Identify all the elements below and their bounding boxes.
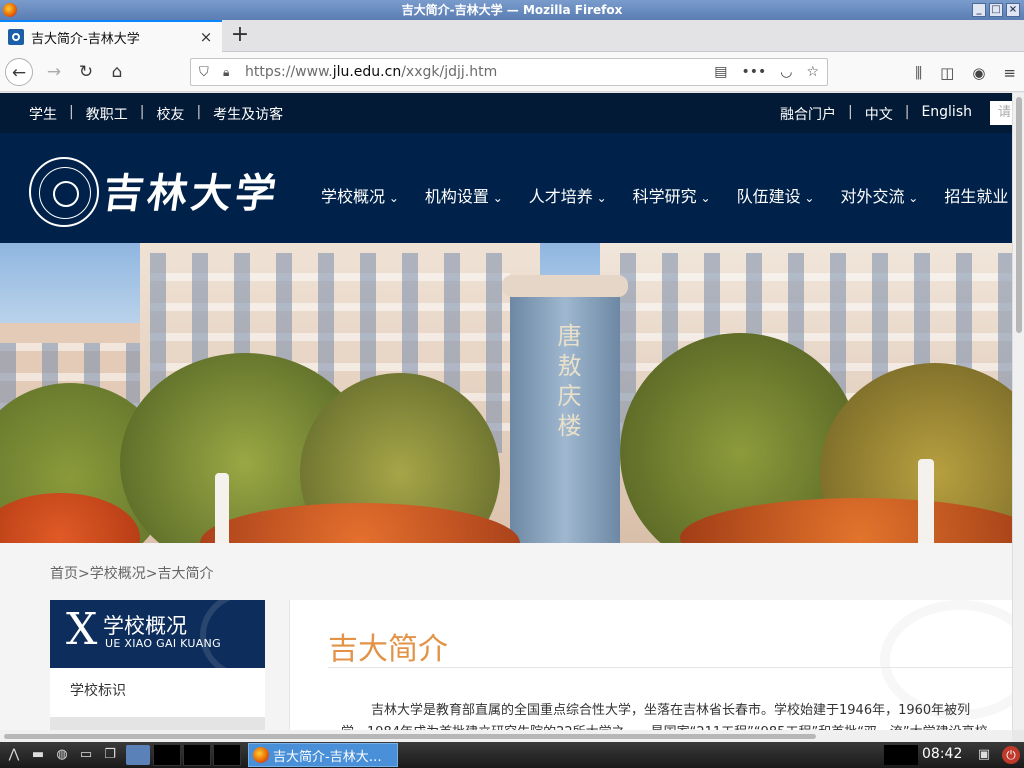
pocket-icon[interactable]: ◡ bbox=[780, 64, 792, 80]
taskbar-window-firefox[interactable]: 吉大简介-吉林大… bbox=[248, 743, 398, 767]
menu-item-faculty[interactable]: 队伍建设 bbox=[737, 183, 815, 207]
horizontal-scrollbar[interactable] bbox=[0, 730, 1012, 742]
page-title: 吉大简介 bbox=[328, 632, 448, 667]
account-icon[interactable]: ◉ bbox=[972, 64, 985, 82]
main-content: 吉大简介 吉林大学是教育部直属的全国重点综合性大学，坐落在吉林省长春市。学校始建… bbox=[289, 600, 1012, 730]
campus-banner-image: 唐敖庆楼 bbox=[0, 243, 1012, 543]
taskbar: ⋀ ▬ ◍ ▭ ❐ 吉大简介-吉林大… 08:42 ▣ ⏻ bbox=[0, 742, 1024, 768]
bookmark-star-icon[interactable]: ☆ bbox=[806, 64, 819, 80]
window-title: 吉大简介-吉林大学 — Mozilla Firefox bbox=[401, 3, 623, 17]
display-icon[interactable]: ▣ bbox=[974, 746, 994, 764]
new-tab-button[interactable]: + bbox=[228, 24, 252, 48]
library-icon[interactable]: ⫼ bbox=[915, 64, 922, 82]
taskbar-window-label: 吉大简介-吉林大… bbox=[273, 749, 382, 765]
page-viewport: 学生 | 教职工 | 校友 | 考生及访客 融合门户 | 中文 | Englis… bbox=[0, 93, 1012, 730]
jlu-favicon-icon bbox=[8, 29, 24, 45]
separator: | bbox=[848, 104, 853, 120]
firefox-icon bbox=[253, 747, 269, 763]
sidebar-letter: X bbox=[66, 604, 98, 655]
windows-icon[interactable]: ❐ bbox=[100, 746, 120, 764]
close-window-button[interactable]: × bbox=[1006, 3, 1020, 17]
menu-hamburger-icon[interactable]: ≡ bbox=[1003, 64, 1016, 82]
forward-button[interactable]: → bbox=[40, 58, 68, 86]
vertical-scrollbar[interactable] bbox=[1012, 93, 1024, 730]
link-chinese[interactable]: 中文 bbox=[865, 104, 893, 124]
tab-active[interactable]: 吉大简介-吉林大学 × bbox=[0, 20, 222, 52]
workspace-1[interactable] bbox=[153, 744, 181, 766]
network-globe-icon[interactable]: ◍ bbox=[52, 746, 72, 764]
power-icon[interactable]: ⏻ bbox=[1002, 746, 1020, 764]
link-portal[interactable]: 融合门户 bbox=[780, 104, 836, 124]
divider bbox=[328, 667, 1012, 668]
sidebar-icon[interactable]: ◫ bbox=[940, 64, 954, 82]
tray-area bbox=[884, 745, 918, 765]
navigation-toolbar: ← → ↻ ⌂ ⛉ 🔒︎ https://www.jlu.edu.cn/xxgk… bbox=[0, 52, 1024, 92]
breadcrumb[interactable]: 首页>学校概况>吉大简介 bbox=[50, 563, 213, 583]
menu-item-overview[interactable]: 学校概况 bbox=[321, 183, 399, 207]
link-alumni[interactable]: 校友 bbox=[156, 104, 184, 124]
separator: | bbox=[196, 104, 202, 120]
lock-icon[interactable]: 🔒︎ bbox=[223, 65, 237, 80]
address-bar[interactable]: ⛉ 🔒︎ https://www.jlu.edu.cn/xxgk/jdjj.ht… bbox=[190, 58, 828, 86]
menu-item-international[interactable]: 对外交流 bbox=[840, 183, 918, 207]
close-tab-icon[interactable]: × bbox=[198, 28, 214, 46]
site-header: 吉林大学 学校概况 机构设置 人才培养 科学研究 队伍建设 对外交流 招生就业 bbox=[0, 133, 1012, 243]
menu-item-departments[interactable]: 机构设置 bbox=[425, 183, 503, 207]
separator: | bbox=[69, 104, 74, 120]
files-icon[interactable]: ▭ bbox=[76, 746, 96, 764]
minimize-button[interactable]: _ bbox=[972, 3, 986, 17]
firefox-icon bbox=[3, 3, 17, 17]
terminal-icon[interactable]: ▬ bbox=[28, 746, 48, 764]
menu-item-admissions[interactable]: 招生就业 bbox=[944, 183, 1008, 207]
link-staff[interactable]: 教职工 bbox=[86, 104, 128, 124]
link-english[interactable]: English bbox=[921, 104, 972, 124]
back-button[interactable]: ← bbox=[5, 58, 33, 86]
start-menu-icon[interactable]: ⋀ bbox=[4, 746, 24, 764]
sidebar-item-next[interactable] bbox=[50, 718, 265, 730]
home-button[interactable]: ⌂ bbox=[103, 58, 131, 86]
main-menu: 学校概况 机构设置 人才培养 科学研究 队伍建设 对外交流 招生就业 bbox=[321, 183, 1008, 207]
tracking-shield-icon[interactable]: ⛉ bbox=[199, 65, 213, 80]
university-seal-icon[interactable] bbox=[29, 157, 99, 227]
firefox-launcher-icon[interactable] bbox=[126, 745, 150, 765]
reader-view-icon[interactable]: ▤ bbox=[714, 64, 727, 80]
window-titlebar: 吉大简介-吉林大学 — Mozilla Firefox _ □ × bbox=[0, 0, 1024, 20]
clock[interactable]: 08:42 bbox=[922, 746, 962, 762]
menu-item-education[interactable]: 人才培养 bbox=[529, 183, 607, 207]
sidebar-header: X 学校概况 UE XIAO GAI KUANG bbox=[50, 600, 265, 668]
intro-paragraph-line2: 学，1984年成为首批建立研究生院的22所大学之一，是国家“211工程”“985… bbox=[341, 721, 988, 730]
link-students[interactable]: 学生 bbox=[29, 104, 57, 124]
url-text[interactable]: https://www.jlu.edu.cn/xxgk/jdjj.htm bbox=[245, 64, 714, 80]
tower-building: 唐敖庆楼 bbox=[502, 275, 628, 543]
separator: | bbox=[904, 104, 910, 120]
tab-label: 吉大简介-吉林大学 bbox=[31, 31, 140, 47]
reload-button[interactable]: ↻ bbox=[72, 58, 100, 86]
page-actions-icon[interactable]: ••• bbox=[741, 64, 766, 80]
workspace-3[interactable] bbox=[213, 744, 241, 766]
banner-calligraphy: 唐敖庆楼 bbox=[553, 323, 581, 443]
university-logo-text[interactable]: 吉林大学 bbox=[100, 161, 284, 219]
site-top-strip: 学生 | 教职工 | 校友 | 考生及访客 融合门户 | 中文 | Englis… bbox=[0, 93, 1012, 133]
intro-paragraph-line1: 吉林大学是教育部直属的全国重点综合性大学，坐落在吉林省长春市。学校始建于1946… bbox=[371, 703, 971, 718]
menu-item-research[interactable]: 科学研究 bbox=[633, 183, 711, 207]
swoosh-decoration-icon bbox=[200, 600, 265, 668]
maximize-button[interactable]: □ bbox=[989, 3, 1003, 17]
sidebar-item-school-identity[interactable]: 学校标识 bbox=[50, 668, 265, 718]
audience-links: 学生 | 教职工 | 校友 | 考生及访客 bbox=[29, 104, 283, 124]
site-search-input[interactable]: 请 bbox=[990, 101, 1012, 125]
separator: | bbox=[139, 104, 145, 120]
link-visitors[interactable]: 考生及访客 bbox=[213, 104, 283, 124]
tab-strip: 吉大简介-吉林大学 × + bbox=[0, 20, 1024, 52]
utility-links: 融合门户 | 中文 | English bbox=[780, 104, 972, 124]
workspace-2[interactable] bbox=[183, 744, 211, 766]
window-controls: _ □ × bbox=[972, 3, 1020, 17]
sidebar-title: 学校概况 bbox=[103, 614, 187, 638]
